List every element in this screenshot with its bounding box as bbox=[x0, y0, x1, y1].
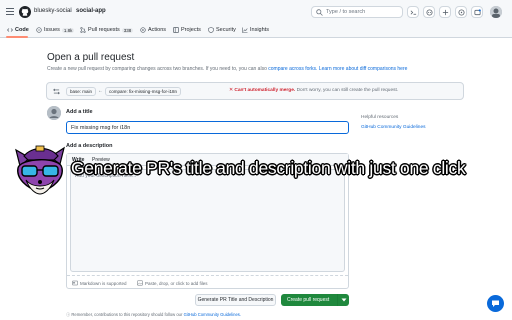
tab-actions[interactable]: Actions bbox=[140, 27, 166, 33]
projects-icon bbox=[173, 27, 179, 33]
tab-label: Issues bbox=[44, 27, 60, 33]
merge-status: ✕ Can't automatically merge. Don't worry… bbox=[229, 88, 398, 93]
helpful-resources-title: Helpful resources bbox=[361, 115, 399, 120]
tab-label: Projects bbox=[181, 27, 201, 33]
pr-icon bbox=[80, 27, 86, 33]
title-input[interactable]: Fix missing msg for i18n bbox=[66, 121, 349, 134]
attach-files-note[interactable]: Paste, drop, or click to add files bbox=[137, 280, 208, 286]
guidelines-footnote: ⓘ Remember, contributions to this reposi… bbox=[66, 312, 241, 318]
promo-caption: Generate PR's title and description with… bbox=[71, 158, 466, 178]
issues-button[interactable] bbox=[455, 6, 467, 18]
search-placeholder: Type / to search bbox=[326, 9, 366, 15]
tab-projects[interactable]: Projects bbox=[173, 27, 201, 33]
attach-label: Paste, drop, or click to add files bbox=[145, 280, 208, 286]
tab-label: Insights bbox=[250, 27, 269, 33]
title-label: Add a title bbox=[66, 109, 93, 115]
repo-tabs: Code Issues 1.8k Pull requests 338 Actio… bbox=[0, 24, 512, 38]
subtitle-text: Create a new pull request by comparing c… bbox=[47, 66, 267, 72]
tab-label: Pull requests bbox=[88, 27, 120, 33]
fox-mascot-icon bbox=[15, 145, 65, 195]
menu-icon[interactable] bbox=[6, 8, 14, 15]
footnote-guidelines-link[interactable]: GitHub Community Guidelines. bbox=[184, 312, 241, 317]
compare-forks-link[interactable]: compare across forks. bbox=[268, 66, 317, 72]
copilot-icon bbox=[426, 9, 433, 16]
create-new-button[interactable] bbox=[439, 6, 451, 18]
chat-button[interactable] bbox=[487, 295, 504, 312]
issue-icon bbox=[458, 9, 465, 16]
search-input[interactable]: Type / to search bbox=[311, 6, 403, 18]
tab-insights[interactable]: Insights bbox=[242, 27, 269, 33]
actions-icon bbox=[140, 27, 146, 33]
inbox-icon bbox=[474, 9, 481, 16]
tab-label: Security bbox=[216, 27, 236, 33]
chevron-down-icon bbox=[341, 298, 347, 302]
avatar-image-icon bbox=[490, 6, 502, 18]
info-icon: ⓘ bbox=[66, 312, 71, 317]
compare-branch-select[interactable]: compare: fix-missing-msg-for-i18n bbox=[105, 87, 182, 96]
generate-pr-button[interactable]: Generate PR Title and Description bbox=[195, 294, 276, 306]
image-icon bbox=[137, 280, 143, 286]
markdown-note[interactable]: Markdown is supported bbox=[72, 280, 127, 286]
active-tab-indicator bbox=[6, 36, 28, 38]
code-icon bbox=[7, 28, 13, 32]
breadcrumb-owner[interactable]: bluesky-social bbox=[34, 8, 72, 14]
breadcrumb-separator: / bbox=[70, 8, 72, 14]
description-label: Add a description bbox=[66, 143, 113, 149]
github-logo-icon[interactable] bbox=[19, 6, 31, 18]
merge-warning-rest: Don't worry, you can still create the pu… bbox=[296, 88, 399, 93]
author-avatar bbox=[47, 106, 61, 120]
tab-pull-requests[interactable]: Pull requests 338 bbox=[80, 27, 134, 33]
shield-icon bbox=[208, 27, 214, 33]
breadcrumb-repo[interactable]: social-app bbox=[76, 8, 106, 14]
tab-label: Code bbox=[15, 27, 29, 33]
learn-more-link[interactable]: Learn more about diff comparisons here bbox=[319, 66, 408, 72]
tab-security[interactable]: Security bbox=[208, 27, 236, 33]
tab-issues[interactable]: Issues 1.8k bbox=[36, 27, 75, 33]
create-options-dropdown[interactable] bbox=[337, 294, 349, 306]
graph-icon bbox=[242, 27, 248, 33]
page-subtitle: Create a new pull request by comparing c… bbox=[47, 66, 407, 72]
top-bar: bluesky-social / social-app Type / to se… bbox=[0, 0, 512, 24]
left-arrow-icon: ← bbox=[98, 88, 103, 94]
x-icon: ✕ bbox=[229, 88, 234, 93]
tab-label: Actions bbox=[148, 27, 167, 33]
compare-arrows-icon bbox=[53, 88, 60, 95]
editor-footer: Markdown is supported Paste, drop, or cl… bbox=[67, 275, 348, 288]
page-title: Open a pull request bbox=[47, 52, 135, 63]
search-icon bbox=[316, 9, 323, 16]
plus-icon bbox=[442, 9, 449, 16]
compare-bar: base: main ← compare: fix-missing-msg-fo… bbox=[46, 82, 464, 100]
notifications-button[interactable] bbox=[471, 6, 483, 18]
markdown-label: Markdown is supported bbox=[80, 280, 127, 286]
user-avatar[interactable] bbox=[490, 6, 502, 18]
command-palette-button[interactable] bbox=[407, 6, 419, 18]
issue-icon bbox=[36, 27, 42, 33]
markdown-icon bbox=[72, 280, 78, 286]
avatar-image-icon bbox=[47, 106, 61, 120]
count-badge: 338 bbox=[121, 27, 134, 33]
copilot-button[interactable] bbox=[423, 6, 435, 18]
chat-bubble-icon bbox=[492, 300, 499, 307]
count-badge: 1.8k bbox=[61, 27, 75, 33]
tab-code[interactable]: Code bbox=[7, 27, 29, 33]
description-textarea[interactable]: Add your description here... bbox=[70, 169, 345, 272]
create-pr-label: Create pull request bbox=[287, 297, 330, 303]
base-branch-select[interactable]: base: main bbox=[66, 87, 97, 96]
community-guidelines-link[interactable]: GitHub Community Guidelines bbox=[361, 125, 426, 130]
merge-warning-strong: Can't automatically merge. bbox=[234, 88, 296, 93]
terminal-icon bbox=[410, 10, 417, 15]
create-pull-request-button[interactable]: Create pull request bbox=[281, 294, 349, 306]
footnote-text: Remember, contributions to this reposito… bbox=[71, 312, 183, 317]
